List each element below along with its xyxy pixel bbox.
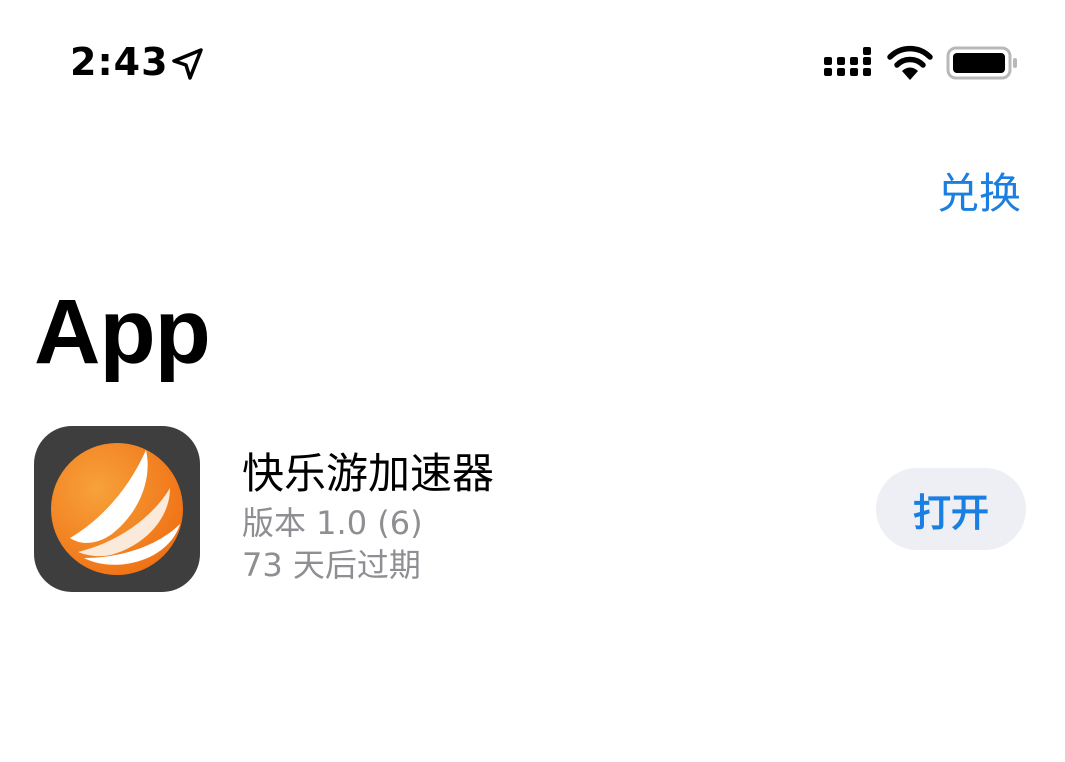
app-expiry: 73 天后过期 — [242, 546, 421, 584]
app-name: 快乐游加速器 — [242, 449, 495, 498]
signal-icon — [824, 47, 871, 76]
app-list-item[interactable]: 快乐游加速器 版本 1.0 (6) 73 天后过期 打开 — [34, 426, 1034, 596]
open-button[interactable]: 打开 — [876, 468, 1026, 550]
redeem-link[interactable]: 兑换 — [937, 160, 1021, 221]
location-arrow-icon — [172, 48, 203, 80]
app-logo-icon[interactable] — [34, 426, 200, 592]
battery-icon — [946, 46, 1017, 80]
status-time: 2:43 — [70, 40, 169, 84]
app-logo-graphic — [51, 443, 183, 575]
section-title: App — [34, 281, 211, 383]
wifi-icon — [887, 45, 933, 80]
app-store-screen: 2:43 兑换 App 快乐游加速器 版本 1.0 (6) 73 天后过期 打开 — [0, 0, 1065, 762]
app-version: 版本 1.0 (6) — [242, 504, 423, 542]
